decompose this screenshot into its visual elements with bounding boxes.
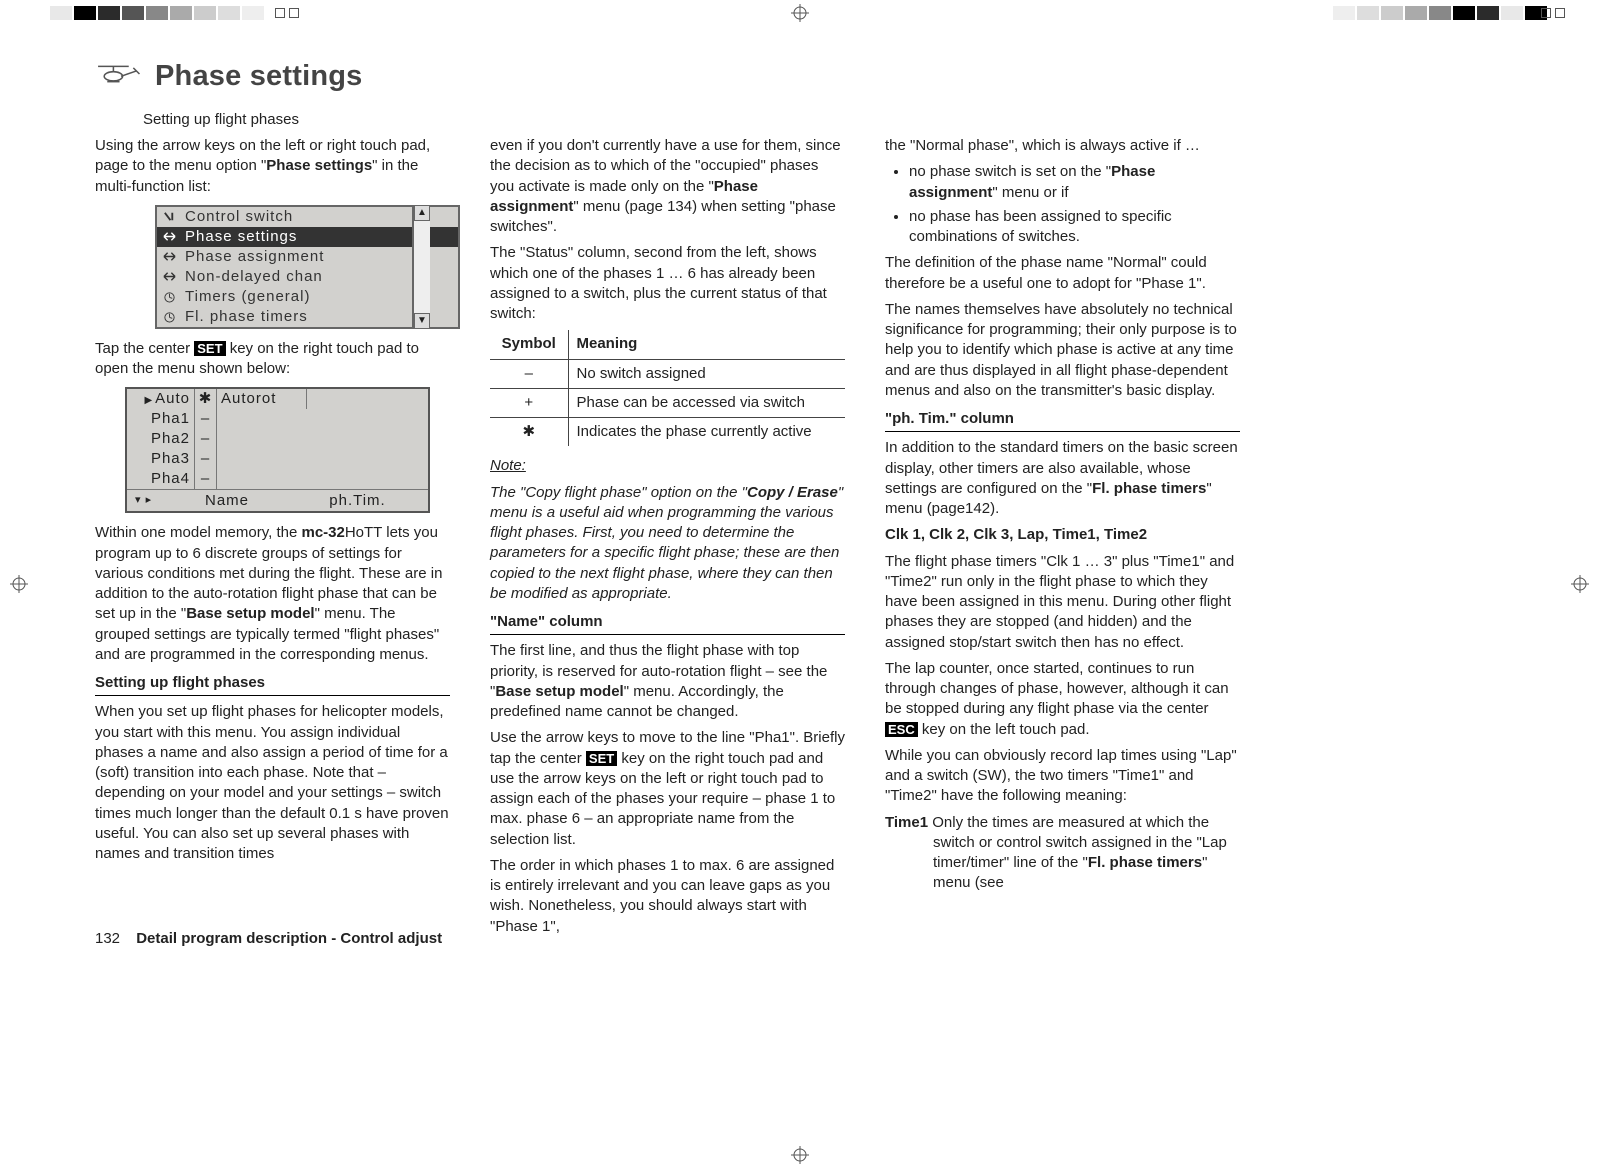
page-title: Phase settings [155, 60, 363, 93]
note-heading: Note: [490, 456, 845, 476]
mark-squares-icon [275, 8, 303, 18]
paragraph: Use the arrow keys to move to the line "… [490, 728, 845, 850]
clock-icon [157, 290, 181, 303]
registration-mark-icon [791, 1146, 809, 1164]
paragraph: The flight phase timers "Clk 1 … 3" plus… [885, 552, 1240, 653]
paragraph: even if you don't currently have a use f… [490, 136, 845, 237]
page-footer: 132 Detail program description - Control… [95, 929, 442, 949]
scroll-up-icon: ▲ [414, 205, 430, 221]
set-key-label: SET [586, 751, 617, 766]
paragraph: While you can obviously record lap times… [885, 746, 1240, 807]
table-row: Pha1 – [127, 409, 428, 429]
table-row: Symbol Meaning [490, 330, 845, 359]
table-row: Pha4 – [127, 469, 428, 489]
scroll-down-icon: ▼ [414, 313, 430, 329]
table-row: ✱ Indicates the phase currently active [490, 418, 845, 447]
page-subtitle: Setting up flight phases [143, 111, 1559, 128]
table-row: Pha3 – [127, 449, 428, 469]
paragraph: The first line, and thus the flight phas… [490, 641, 845, 722]
color-swatches-icon [1333, 6, 1549, 20]
column-3: the "Normal phase", which is always acti… [885, 136, 1240, 943]
paragraph: When you set up flight phases for helico… [95, 702, 450, 864]
registration-mark-icon [10, 575, 28, 593]
table-footer: ▾ ▸ Name ph.Tim. [127, 489, 428, 511]
phase-table: Auto ✱ Autorot Pha1 – Pha2 – [125, 387, 430, 513]
paragraph: The order in which phases 1 to max. 6 ar… [490, 856, 845, 937]
section-heading: "ph. Tim." column [885, 409, 1240, 432]
paragraph: The names themselves have absolutely no … [885, 300, 1240, 401]
menu-box: Control switch Phase settings Phase assi… [125, 205, 430, 329]
paragraph: Using the arrow keys on the left or righ… [95, 136, 450, 197]
arrows-icon [157, 230, 181, 243]
content-area: Phase settings Setting up flight phases … [95, 60, 1559, 1118]
paragraph: Time1 Only the times are measured at whi… [885, 813, 1240, 894]
helicopter-icon [95, 62, 141, 91]
list-item: no phase switch is set on the "Phase ass… [909, 162, 1240, 203]
registration-mark-icon [1571, 575, 1589, 593]
scrollbar: ▲ ▼ [412, 205, 430, 329]
table-row: + Phase can be accessed via switch [490, 388, 845, 417]
section-heading: "Name" column [490, 612, 845, 635]
status-table: Symbol Meaning – No switch assigned + Ph… [490, 330, 845, 446]
arrows-icon [157, 270, 181, 283]
mark-squares-icon [1541, 8, 1569, 18]
nav-arrows-icon: ▾ ▸ [127, 493, 167, 508]
table-row: – No switch assigned [490, 359, 845, 388]
columns: Using the arrow keys on the left or righ… [95, 136, 1559, 943]
arrows-icon [157, 250, 181, 263]
page-title-row: Phase settings [95, 60, 1559, 93]
page-root: Phase settings Setting up flight phases … [0, 0, 1599, 1168]
print-marks-top [0, 6, 1599, 36]
paragraph: Within one model memory, the mc-32HoTT l… [95, 523, 450, 665]
paragraph: Tap the center SET key on the right touc… [95, 339, 450, 380]
section-heading: Setting up flight phases [95, 673, 450, 696]
table-row: Pha2 – [127, 429, 428, 449]
bullet-list: no phase switch is set on the "Phase ass… [885, 162, 1240, 247]
column-1: Using the arrow keys on the left or righ… [95, 136, 450, 943]
heading: Clk 1, Clk 2, Clk 3, Lap, Time1, Time2 [885, 525, 1240, 545]
note-paragraph: The "Copy flight phase" option on the "C… [490, 483, 845, 605]
column-2: even if you don't currently have a use f… [490, 136, 845, 943]
switch-icon [157, 210, 181, 223]
paragraph: The definition of the phase name "Normal… [885, 253, 1240, 294]
clock-icon [157, 310, 181, 323]
paragraph: The "Status" column, second from the lef… [490, 243, 845, 324]
paragraph: In addition to the standard timers on th… [885, 438, 1240, 519]
table-row: Auto ✱ Autorot [127, 389, 428, 409]
esc-key-label: ESC [885, 722, 918, 737]
list-item: no phase has been assigned to specific c… [909, 207, 1240, 248]
footer-text: Detail program description - Control adj… [136, 930, 442, 947]
paragraph: The lap counter, once started, continues… [885, 659, 1240, 740]
set-key-label: SET [194, 341, 225, 356]
color-swatches-icon [50, 6, 266, 20]
paragraph: the "Normal phase", which is always acti… [885, 136, 1240, 156]
page-number: 132 [95, 930, 120, 947]
